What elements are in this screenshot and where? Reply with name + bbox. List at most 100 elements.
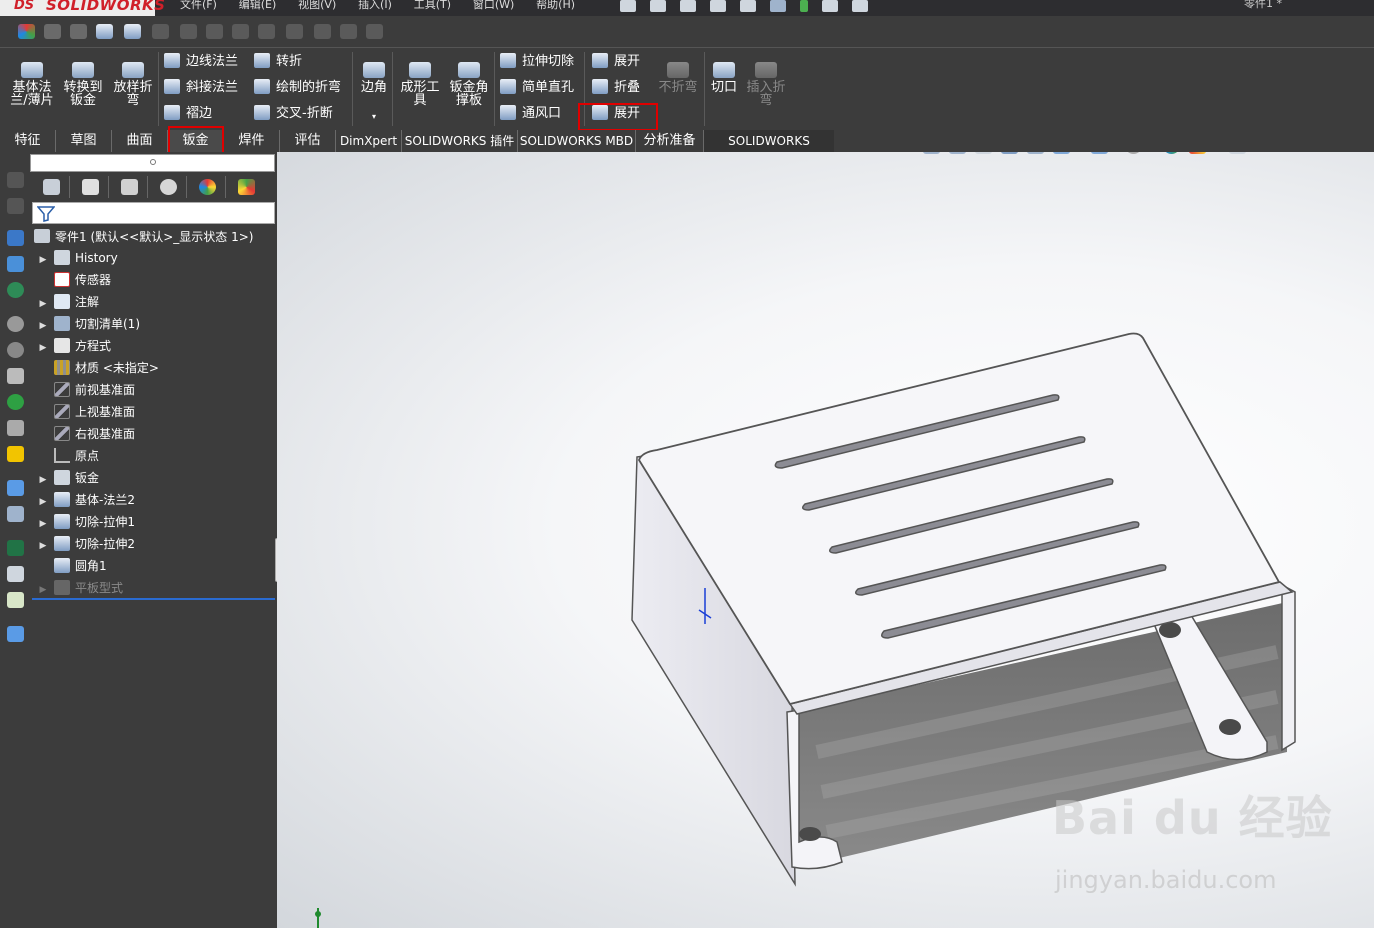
toolbar-icon-5[interactable] bbox=[124, 24, 141, 39]
toolbar-icon-6[interactable] bbox=[152, 24, 169, 39]
chart-icon[interactable] bbox=[7, 592, 24, 608]
toolbar-icon-11[interactable] bbox=[286, 24, 303, 39]
toolbar-icon-4[interactable] bbox=[96, 24, 113, 39]
expand-arrow-icon[interactable]: ▶ bbox=[36, 249, 50, 271]
simple-hole-button[interactable]: 简单直孔 bbox=[500, 77, 574, 99]
graphics-viewport[interactable]: Bai du 经验 jingyan.baidu.com bbox=[277, 152, 1374, 928]
vent-button[interactable]: 通风口 bbox=[500, 103, 561, 125]
tab-features[interactable]: 特征 bbox=[0, 130, 56, 152]
menu-file[interactable]: 文件(F) bbox=[180, 0, 217, 12]
insert-bends-button[interactable]: 插入折 弯 bbox=[744, 62, 788, 107]
tree-item-top-plane[interactable]: 上视基准面 bbox=[36, 401, 135, 423]
tree-item-base-flange2[interactable]: ▶ 基体-法兰2 bbox=[36, 489, 135, 511]
menu-tools[interactable]: 工具(T) bbox=[414, 0, 451, 12]
sheet-metal-gusset-button[interactable]: 钣金角 撑板 bbox=[446, 62, 492, 107]
funnel-icon[interactable] bbox=[7, 368, 24, 384]
open-file-icon[interactable] bbox=[650, 0, 666, 12]
menu-insert[interactable]: 插入(I) bbox=[358, 0, 392, 12]
excel-icon[interactable] bbox=[7, 540, 24, 556]
panel-splitter[interactable] bbox=[30, 154, 275, 172]
no-bends-button[interactable]: 不折弯 bbox=[656, 62, 700, 94]
search-icon[interactable] bbox=[7, 480, 24, 496]
tree-item-right-plane[interactable]: 右视基准面 bbox=[36, 423, 135, 445]
cross-break-button[interactable]: 交叉-折断 bbox=[254, 103, 333, 125]
tab-dimxpertmanager[interactable] bbox=[149, 176, 187, 198]
toolbar-icon-12[interactable] bbox=[314, 24, 331, 39]
tree-item-origin[interactable]: 原点 bbox=[36, 445, 99, 467]
expand-arrow-icon[interactable]: ▶ bbox=[36, 491, 50, 513]
spring-icon[interactable] bbox=[7, 420, 24, 436]
tab-surfaces[interactable]: 曲面 bbox=[112, 130, 168, 152]
select-icon[interactable] bbox=[770, 0, 786, 12]
tab-solidworks-mbd[interactable]: SOLIDWORKS MBD bbox=[518, 130, 636, 152]
lofted-bend-button[interactable]: 放样折 弯 bbox=[110, 62, 156, 107]
undo-icon[interactable] bbox=[740, 0, 756, 12]
gear2-icon[interactable] bbox=[7, 342, 24, 358]
tree-item-cut-extrude1[interactable]: ▶ 切除-拉伸1 bbox=[36, 511, 135, 533]
corners-dropdown-icon[interactable]: ▾ bbox=[358, 110, 390, 123]
yellow-plus-icon[interactable] bbox=[7, 446, 24, 462]
tab-solidworks-plastics[interactable]: SOLIDWORKS Plastics bbox=[704, 130, 834, 170]
miter-flange-button[interactable]: 斜接法兰 bbox=[164, 77, 238, 99]
tree-item-cut-extrude2[interactable]: ▶ 切除-拉伸2 bbox=[36, 533, 135, 555]
solidworks-logo[interactable]: DS SOLIDWORKS bbox=[0, 0, 165, 16]
rebuild-icon[interactable] bbox=[800, 0, 808, 12]
tab-solidworks-addins[interactable]: SOLIDWORKS 插件 bbox=[402, 130, 518, 152]
convert-to-sheet-metal-button[interactable]: 转换到 钣金 bbox=[60, 62, 106, 107]
green-point-icon[interactable] bbox=[7, 394, 24, 410]
options-gear-icon[interactable] bbox=[852, 0, 868, 12]
toolbar-icon-9[interactable] bbox=[232, 24, 249, 39]
menu-window[interactable]: 窗口(W) bbox=[473, 0, 514, 12]
toolbar-icon-7[interactable] bbox=[180, 24, 197, 39]
tree-icon[interactable] bbox=[7, 256, 24, 272]
origin-axis-icon[interactable] bbox=[7, 198, 24, 214]
tab-weldments[interactable]: 焊件 bbox=[224, 130, 280, 152]
hem-button[interactable]: 褶边 bbox=[164, 103, 212, 125]
tree-item-front-plane[interactable]: 前视基准面 bbox=[36, 379, 135, 401]
tree-item-sheet-metal[interactable]: ▶ 钣金 bbox=[36, 467, 99, 489]
edge-flange-button[interactable]: 边线法兰 bbox=[164, 51, 238, 73]
file-properties-icon[interactable] bbox=[822, 0, 838, 12]
tree-item-equations[interactable]: ▶ 方程式 bbox=[36, 335, 111, 357]
expand-arrow-icon[interactable]: ▶ bbox=[36, 535, 50, 557]
menu-edit[interactable]: 编辑(E) bbox=[239, 0, 277, 12]
tab-dimxpert[interactable]: DimXpert bbox=[336, 130, 402, 152]
tree-item-history[interactable]: ▶ History bbox=[36, 247, 118, 269]
toolbar-icon-2[interactable] bbox=[44, 24, 61, 39]
tab-sketch[interactable]: 草图 bbox=[56, 130, 112, 152]
print-icon[interactable] bbox=[710, 0, 726, 12]
tab-cam-manager[interactable] bbox=[227, 176, 265, 198]
tree-root-part[interactable]: 零件1 (默认<<默认>_显示状态 1>) bbox=[34, 228, 253, 246]
tab-displaymanager[interactable] bbox=[188, 176, 226, 198]
dimension-icon[interactable] bbox=[7, 172, 24, 188]
tab-propertymanager[interactable] bbox=[71, 176, 109, 198]
corners-button[interactable]: 边角 ▾ bbox=[358, 62, 390, 123]
sketched-bend-button[interactable]: 绘制的折弯 bbox=[254, 77, 341, 99]
expand-arrow-icon[interactable]: ▶ bbox=[36, 513, 50, 535]
toolbar-icon-13[interactable] bbox=[340, 24, 357, 39]
tab-featuremanager[interactable] bbox=[32, 176, 70, 198]
globe-icon[interactable] bbox=[7, 282, 24, 298]
rip-button[interactable]: 切口 bbox=[708, 62, 740, 94]
expand-arrow-icon[interactable]: ▶ bbox=[36, 469, 50, 491]
help-icon[interactable] bbox=[7, 626, 24, 642]
tab-evaluate[interactable]: 评估 bbox=[280, 130, 336, 152]
base-flange-button[interactable]: 基体法 兰/薄片 bbox=[10, 62, 54, 107]
expand-arrow-icon[interactable]: ▶ bbox=[36, 315, 50, 337]
expand-arrow-icon[interactable]: ▶ bbox=[36, 337, 50, 359]
tree-filter-field[interactable] bbox=[32, 202, 275, 224]
rollback-bar[interactable] bbox=[32, 598, 275, 600]
fold-button[interactable]: 折叠 bbox=[592, 77, 640, 99]
tree-item-cut-list[interactable]: ▶ 切割清单(1) bbox=[36, 313, 140, 335]
tree-item-sensors[interactable]: 传感器 bbox=[36, 269, 111, 291]
toolbar-icon-3[interactable] bbox=[70, 24, 87, 39]
toolbar-icon-10[interactable] bbox=[258, 24, 275, 39]
tree-item-flat-pattern[interactable]: ▶ 平板型式 bbox=[36, 577, 123, 599]
menu-view[interactable]: 视图(V) bbox=[298, 0, 336, 12]
printer-icon[interactable] bbox=[7, 566, 24, 582]
tree-item-fillet1[interactable]: 圆角1 bbox=[36, 555, 107, 577]
tab-configurationmanager[interactable] bbox=[110, 176, 148, 198]
extruded-cut-button[interactable]: 拉伸切除 bbox=[500, 51, 574, 73]
toolbar-icon-14[interactable] bbox=[366, 24, 383, 39]
toolbar-icon-8[interactable] bbox=[206, 24, 223, 39]
